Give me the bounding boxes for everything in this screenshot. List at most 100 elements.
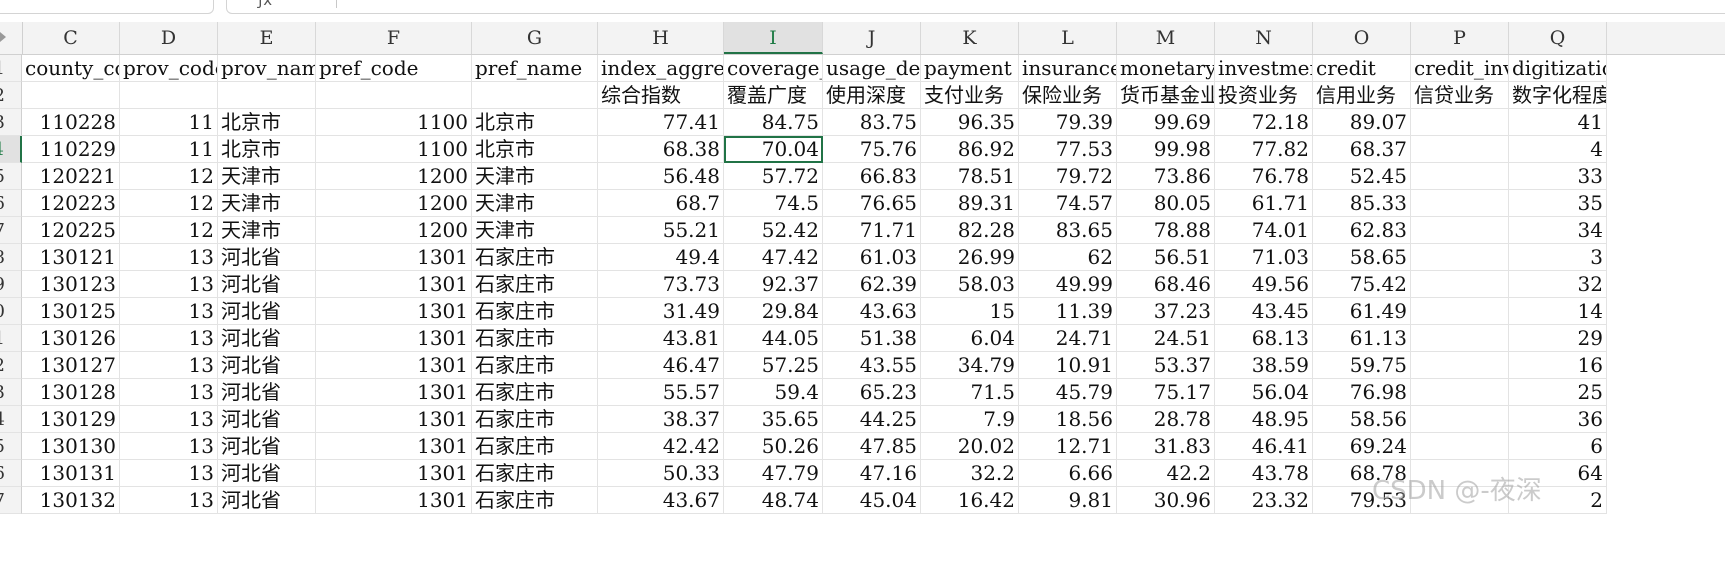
column-header-E[interactable]: E (218, 22, 316, 54)
cell[interactable]: 43.81 (598, 325, 724, 352)
cell[interactable]: 55.21 (598, 217, 724, 244)
cell[interactable]: 河北省 (218, 379, 316, 406)
cell[interactable]: 12.71 (1019, 433, 1117, 460)
cell[interactable]: 92.37 (724, 271, 823, 298)
cell[interactable]: 3 (1509, 244, 1607, 271)
cell[interactable]: 1200 (316, 163, 472, 190)
cell[interactable]: 86.92 (921, 136, 1019, 163)
column-header-N[interactable]: N (1215, 22, 1313, 54)
row-header[interactable]: 3 (0, 109, 22, 136)
cell[interactable]: investment (1215, 55, 1313, 82)
cell[interactable]: 75.42 (1313, 271, 1411, 298)
cell[interactable]: 68.78 (1313, 460, 1411, 487)
cell[interactable]: 24.51 (1117, 325, 1215, 352)
cell[interactable]: 13 (120, 271, 218, 298)
cell[interactable]: 37.23 (1117, 298, 1215, 325)
row-header[interactable]: 6 (0, 190, 22, 217)
cell[interactable]: 24.71 (1019, 325, 1117, 352)
cell[interactable]: 9.81 (1019, 487, 1117, 514)
column-header-Q[interactable]: Q (1509, 22, 1607, 54)
cell[interactable]: 58.65 (1313, 244, 1411, 271)
cell[interactable]: 15 (921, 298, 1019, 325)
cell[interactable]: 11 (120, 109, 218, 136)
cell[interactable]: 71.5 (921, 379, 1019, 406)
cell[interactable]: 48.95 (1215, 406, 1313, 433)
column-header-L[interactable]: L (1019, 22, 1117, 54)
cell[interactable]: 59.75 (1313, 352, 1411, 379)
cell[interactable]: 1301 (316, 406, 472, 433)
cell[interactable]: 34.79 (921, 352, 1019, 379)
cell[interactable]: 1301 (316, 460, 472, 487)
cell[interactable]: 支付业务 (921, 82, 1019, 109)
cell[interactable]: 130129 (22, 406, 120, 433)
cell[interactable]: 4 (1509, 136, 1607, 163)
cell[interactable]: 75.17 (1117, 379, 1215, 406)
cell[interactable]: 29 (1509, 325, 1607, 352)
cell[interactable]: 130121 (22, 244, 120, 271)
cell[interactable]: 河北省 (218, 325, 316, 352)
cell[interactable]: 信贷业务 (1411, 82, 1509, 109)
cell[interactable] (22, 82, 120, 109)
cell[interactable] (1411, 406, 1509, 433)
row-header[interactable]: 2 (0, 352, 22, 379)
cell[interactable]: 57.72 (724, 163, 823, 190)
cell[interactable]: 68.38 (598, 136, 724, 163)
cell[interactable]: 130132 (22, 487, 120, 514)
cell[interactable]: 43.67 (598, 487, 724, 514)
cell[interactable]: 石家庄市 (472, 244, 598, 271)
cell[interactable]: 62 (1019, 244, 1117, 271)
cell[interactable]: 36 (1509, 406, 1607, 433)
cell[interactable]: 61.71 (1215, 190, 1313, 217)
row-header[interactable]: 1 (0, 325, 22, 352)
cell[interactable]: 79.53 (1313, 487, 1411, 514)
cell[interactable]: 83.75 (823, 109, 921, 136)
cell[interactable]: 66.83 (823, 163, 921, 190)
cell[interactable]: 投资业务 (1215, 82, 1313, 109)
cell[interactable]: 77.41 (598, 109, 724, 136)
cell[interactable]: 31.83 (1117, 433, 1215, 460)
cell[interactable]: 68.7 (598, 190, 724, 217)
cell[interactable]: 56.51 (1117, 244, 1215, 271)
cell[interactable]: 70.04 (724, 136, 823, 163)
cell[interactable]: 89.07 (1313, 109, 1411, 136)
cell[interactable]: 74.57 (1019, 190, 1117, 217)
row-header[interactable]: 6 (0, 460, 22, 487)
cell[interactable]: 河北省 (218, 352, 316, 379)
cell[interactable]: 52.45 (1313, 163, 1411, 190)
cell[interactable]: pref_name (472, 55, 598, 82)
cell[interactable]: 73.86 (1117, 163, 1215, 190)
cell[interactable]: 北京市 (218, 136, 316, 163)
cell[interactable]: 120225 (22, 217, 120, 244)
cell[interactable]: 76.98 (1313, 379, 1411, 406)
cell[interactable]: 79.72 (1019, 163, 1117, 190)
cell[interactable]: 13 (120, 406, 218, 433)
cell[interactable]: 覆盖广度 (724, 82, 823, 109)
row-header[interactable]: 9 (0, 271, 22, 298)
cell[interactable]: 72.18 (1215, 109, 1313, 136)
cell[interactable]: 47.42 (724, 244, 823, 271)
cell[interactable]: 51.38 (823, 325, 921, 352)
cell[interactable]: 43.78 (1215, 460, 1313, 487)
cell[interactable]: 83.65 (1019, 217, 1117, 244)
cell[interactable]: 6.66 (1019, 460, 1117, 487)
cell[interactable]: 47.16 (823, 460, 921, 487)
column-header-C[interactable]: C (22, 22, 120, 54)
cell[interactable]: 78.51 (921, 163, 1019, 190)
cell[interactable] (1411, 298, 1509, 325)
cell[interactable]: 52.42 (724, 217, 823, 244)
cell[interactable]: 44.25 (823, 406, 921, 433)
cell[interactable]: 57.25 (724, 352, 823, 379)
cell[interactable]: 13 (120, 325, 218, 352)
row-header[interactable]: 4 (0, 406, 22, 433)
select-all-corner[interactable] (0, 22, 23, 54)
cell[interactable]: 23.32 (1215, 487, 1313, 514)
cell[interactable]: 13 (120, 460, 218, 487)
cell[interactable]: 49.56 (1215, 271, 1313, 298)
cell[interactable]: 62.83 (1313, 217, 1411, 244)
cell[interactable]: 1301 (316, 433, 472, 460)
row-header[interactable]: 4 (0, 136, 22, 163)
column-header-O[interactable]: O (1313, 22, 1411, 54)
row-header[interactable]: 2 (0, 82, 22, 109)
cell[interactable]: 18.56 (1019, 406, 1117, 433)
cell[interactable]: 50.26 (724, 433, 823, 460)
